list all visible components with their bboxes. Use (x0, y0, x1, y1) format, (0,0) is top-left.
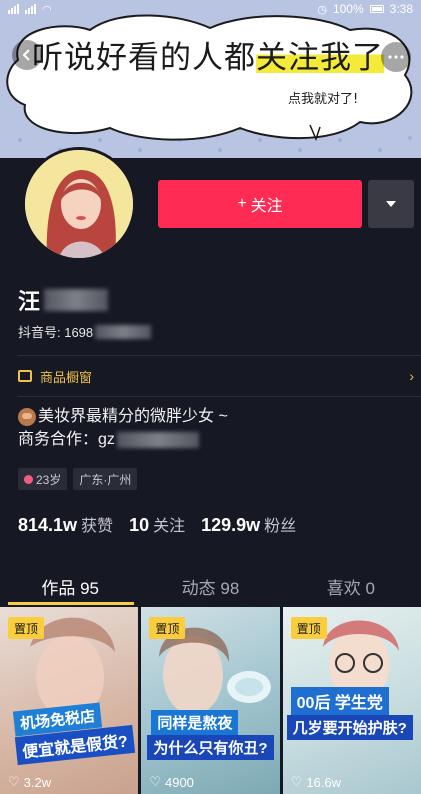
id-redaction (95, 324, 152, 339)
video-likes: ♡ 4900 (149, 774, 194, 790)
signal-icon-2 (25, 4, 36, 14)
follow-label: 关注 (250, 198, 283, 215)
follow-button[interactable]: + 关注 (158, 180, 362, 228)
alarm-icon: ◷ (317, 3, 327, 16)
profile-name: 汪 (18, 284, 109, 316)
battery-level: 100% (332, 2, 364, 16)
profile-banner: ◠ ◷ 100% 3:38 听说好看的人都关注我了 点我就对了! (0, 0, 421, 158)
stat-followers-label: 粉丝 (264, 518, 297, 535)
tag-age-label: 23岁 (36, 472, 62, 487)
plus-icon: + (237, 195, 247, 212)
banner-headline-text: 听说好看的人都 (32, 40, 256, 76)
active-tab-indicator (8, 602, 134, 605)
chevron-right-icon: › (409, 368, 414, 384)
video-grid: 置顶 机场免税店 便宜就是假货? ♡ 3.2w 置顶 同样是熬夜 为什么只有你丑… (0, 607, 421, 794)
shop-window-label: 商品橱窗 (40, 369, 93, 385)
wifi-icon: ◠ (42, 3, 52, 16)
heart-icon: ♡ (8, 774, 20, 789)
see-no-evil-monkey-icon (18, 407, 36, 426)
video-likes: ♡ 3.2w (8, 774, 51, 790)
video-thumbnail[interactable]: 置顶 同样是熬夜 为什么只有你丑? ♡ 4900 (141, 607, 280, 794)
tag-location-label: 广东·广州 (79, 472, 132, 487)
pinned-badge: 置顶 (149, 617, 186, 639)
banner-headline-highlight: 关注我了 (256, 40, 384, 76)
douyin-id-text: 抖音号: 1698 (18, 325, 94, 340)
more-options-button[interactable] (381, 42, 411, 72)
tag-age: 23岁 (18, 468, 68, 490)
signal-icon (8, 4, 19, 14)
shop-icon (18, 370, 32, 382)
video-thumbnail[interactable]: 置顶 机场免税店 便宜就是假货? ♡ 3.2w (0, 607, 139, 794)
female-icon (24, 474, 33, 484)
tab-dynamics[interactable]: 动态 98 (140, 570, 280, 606)
douyin-id[interactable]: 抖音号: 1698 (18, 322, 152, 341)
bio-line-1-text: 美妆界最精分的微胖少女 ~ (38, 408, 228, 425)
bio-line-2: 商务合作：gz (18, 428, 228, 451)
stat-followers[interactable]: 129.9w 粉丝 (201, 512, 296, 536)
banner-subtext: 点我就对了! (288, 92, 359, 107)
profile-bio: 美妆界最精分的微胖少女 ~ 商务合作：gz (18, 405, 228, 451)
chevron-left-icon (22, 49, 30, 61)
avatar-image (25, 150, 133, 258)
stat-followers-number: 129.9w (201, 515, 261, 535)
stat-following-number: 10 (129, 515, 150, 535)
profile-screen: ◠ ◷ 100% 3:38 听说好看的人都关注我了 点我就对了! + 关注 汪 … (0, 0, 421, 794)
profile-name-text: 汪 (18, 289, 41, 314)
video-thumbnail[interactable]: 置顶 00后 学生党 几岁要开始护肤? ♡ 16.6w (282, 607, 421, 794)
tab-likes[interactable]: 喜欢 0 (281, 570, 421, 606)
clock: 3:38 (389, 2, 413, 16)
tag-location: 广东·广州 (73, 468, 138, 490)
video-caption-top: 00后 学生党 (290, 687, 389, 715)
name-redaction (44, 289, 109, 311)
bio-line-1: 美妆界最精分的微胖少女 ~ (18, 405, 228, 428)
divider-bottom (18, 396, 421, 397)
stat-likes-number: 814.1w (18, 515, 78, 535)
banner-illustration (0, 0, 421, 158)
banner-headline: 听说好看的人都关注我了 (32, 32, 384, 77)
stat-likes-label: 获赞 (81, 518, 114, 535)
pinned-badge: 置顶 (8, 617, 45, 639)
video-likes-count: 3.2w (23, 774, 52, 790)
content-tabs: 作品 95 动态 98 喜欢 0 (0, 570, 421, 606)
profile-tags: 23岁 广东·广州 (18, 468, 138, 490)
caret-down-icon (386, 201, 396, 207)
heart-icon: ♡ (149, 774, 161, 789)
video-likes-count: 4900 (164, 774, 194, 790)
recommend-dropdown-button[interactable] (368, 180, 414, 228)
video-caption-bottom: 为什么只有你丑? (147, 735, 274, 760)
heart-icon: ♡ (290, 774, 303, 789)
profile-stats: 814.1w 获赞 10 关注 129.9w 粉丝 (18, 512, 296, 536)
stat-likes: 814.1w 获赞 (18, 512, 113, 536)
video-likes: ♡ 16.6w (291, 774, 341, 790)
pinned-badge: 置顶 (290, 617, 327, 639)
video-likes-count: 16.6w (306, 774, 342, 790)
video-caption-top: 同样是熬夜 (151, 710, 239, 735)
video-caption-bottom: 几岁要开始护肤? (286, 715, 413, 740)
bio-line-2-text: 商务合作：gz (18, 431, 115, 448)
status-bar: ◠ ◷ 100% 3:38 (0, 0, 421, 18)
stat-following[interactable]: 10 关注 (129, 512, 185, 536)
back-button[interactable] (12, 40, 42, 70)
more-dots-icon (388, 55, 404, 59)
shop-window-row[interactable]: 商品橱窗 › (18, 362, 414, 390)
avatar[interactable] (22, 147, 136, 261)
divider-top (18, 355, 421, 356)
stat-following-label: 关注 (153, 518, 186, 535)
tab-works[interactable]: 作品 95 (0, 570, 140, 606)
contact-redaction (116, 431, 199, 448)
battery-icon (369, 5, 384, 13)
